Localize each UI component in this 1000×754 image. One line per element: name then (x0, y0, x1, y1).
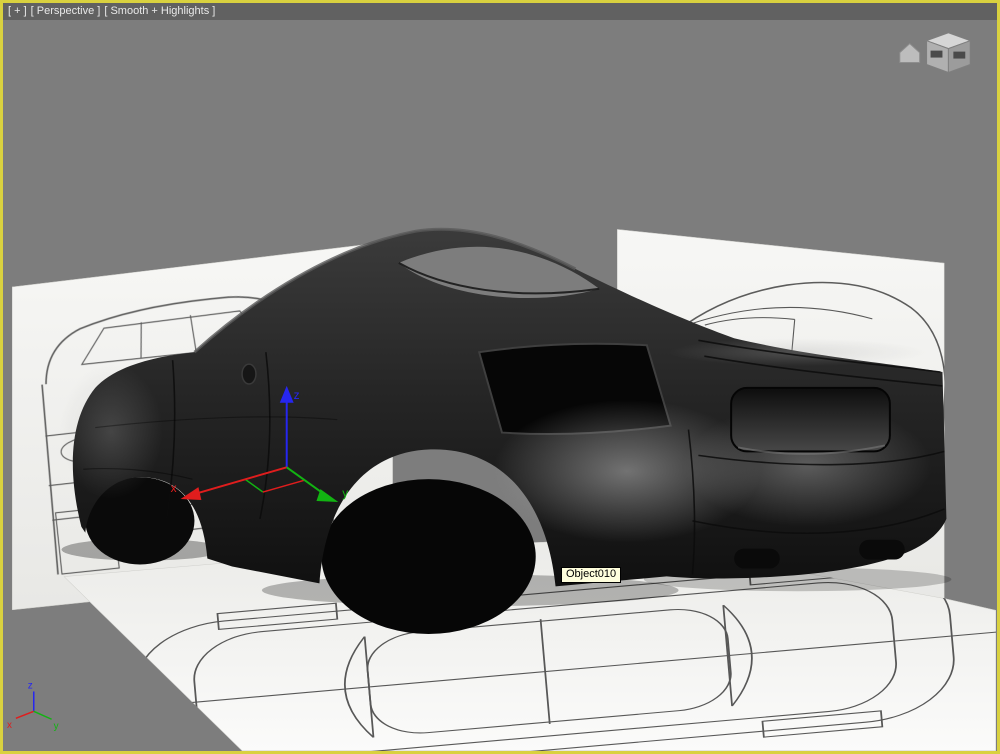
viewcube-face-mark (953, 51, 966, 59)
object-name-tooltip: Object010 (561, 567, 622, 583)
world-axis-tripod: z x y (7, 681, 59, 733)
exhaust-cutout-right (859, 539, 905, 560)
viewport-shading-menu[interactable]: [ Smooth + Highlights ] (104, 3, 215, 20)
gizmo-z-label: z (294, 388, 300, 402)
gizmo-x-label: x (171, 481, 177, 495)
viewport-pov-menu[interactable]: [ Perspective ] (31, 3, 101, 20)
rear-wheel-well (321, 479, 536, 634)
viewcube-home-icon[interactable] (899, 43, 921, 64)
door-handle (241, 363, 257, 385)
front-fender-highlight (59, 364, 163, 500)
viewcube-face-mark (930, 50, 943, 58)
exhaust-cutout-left (734, 548, 780, 569)
viewport-label-bar: [ + ] [ Perspective ] [ Smooth + Highlig… (3, 3, 997, 20)
viewport-canvas[interactable]: x y z z x y (3, 3, 997, 751)
viewcube[interactable] (899, 32, 972, 74)
world-axis-x-label: x (7, 720, 12, 731)
world-axis-y-label: y (54, 721, 59, 732)
perspective-viewport[interactable]: [ + ] [ Perspective ] [ Smooth + Highlig… (0, 0, 1000, 754)
world-axis-z-label: z (28, 681, 33, 692)
viewport-general-menu[interactable]: [ + ] (8, 3, 27, 20)
gizmo-y-label: y (342, 486, 348, 500)
license-plate-recess (730, 386, 891, 453)
